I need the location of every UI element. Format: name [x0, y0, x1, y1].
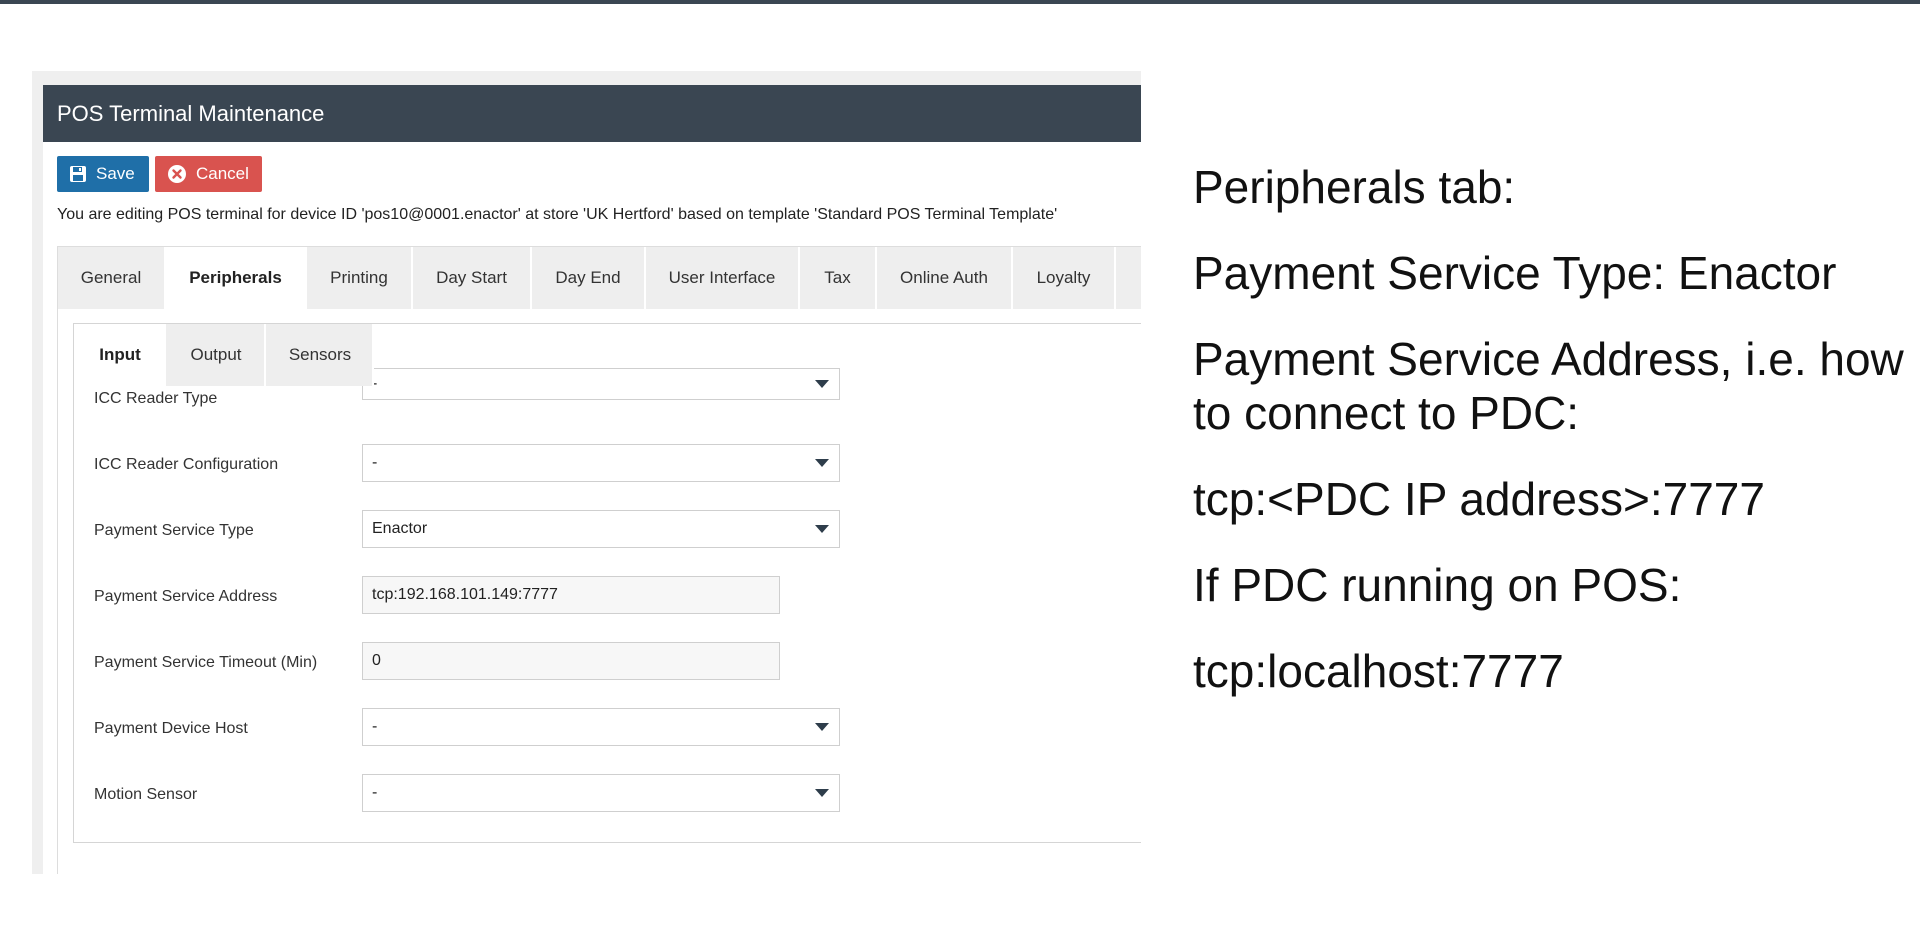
chevron-down-icon [815, 723, 829, 731]
payment-device-host-value: - [372, 718, 378, 735]
note-pdc-on-pos: If PDC running on POS: [1193, 559, 1682, 611]
tab-online-auth[interactable]: Online Auth [877, 247, 1013, 309]
payment-service-type-select[interactable]: Enactor [362, 510, 840, 548]
icc-reader-config-select[interactable]: - [362, 444, 840, 482]
tab-peripherals[interactable]: Peripherals [166, 247, 307, 309]
chevron-down-icon [815, 789, 829, 797]
tab-loyalty[interactable]: Loyalty [1013, 247, 1116, 309]
payment-service-type-label: Payment Service Type [94, 522, 254, 539]
motion-sensor-label: Motion Sensor [94, 786, 198, 803]
save-button-label: Save [96, 164, 135, 183]
note-pdc-address-format: tcp:<PDC IP address>:7777 [1193, 473, 1765, 525]
tab-tax[interactable]: Tax [800, 247, 877, 309]
annotation-notes: Peripherals tab: Payment Service Type: E… [1193, 160, 1913, 730]
main-tabbar: General Peripherals Printing Day Start D… [58, 247, 1141, 309]
peripherals-panel: Input Output Sensors - Input Output Sens… [73, 323, 1141, 843]
cancel-button[interactable]: Cancel [155, 156, 262, 192]
motion-sensor-select[interactable]: - [362, 774, 840, 812]
note-peripherals-tab: Peripherals tab: [1193, 161, 1516, 213]
pos-terminal-panel: POS Terminal Maintenance Save Cancel You… [43, 85, 1141, 874]
page-title: POS Terminal Maintenance [57, 101, 325, 126]
payment-device-host-label: Payment Device Host [94, 720, 248, 737]
payment-service-type-value: Enactor [372, 520, 428, 537]
tab-container: General Peripherals Printing Day Start D… [57, 246, 1141, 874]
motion-sensor-value: - [372, 784, 378, 801]
subtab-input-text: Input [99, 345, 141, 364]
icc-reader-type-select[interactable]: - [362, 368, 840, 400]
editing-info-text: You are editing POS terminal for device … [57, 206, 1058, 223]
close-circle-icon [168, 165, 186, 183]
payment-service-timeout-label: Payment Service Timeout (Min) [94, 654, 318, 671]
chevron-down-icon [815, 380, 829, 388]
subtab-sensors-text: Sensors [288, 345, 352, 364]
note-payment-service-address: Payment Service Address, i.e. how to con… [1193, 333, 1904, 439]
tab-day-start[interactable]: Day Start [413, 247, 532, 309]
icc-reader-type-label: ICC Reader Type [94, 390, 218, 407]
payment-service-address-input[interactable] [362, 576, 780, 614]
tab-day-end[interactable]: Day End [532, 247, 646, 309]
panel-header: POS Terminal Maintenance [43, 85, 1141, 142]
screenshot-frame: POS Terminal Maintenance Save Cancel You… [32, 71, 1141, 874]
payment-service-address-label: Payment Service Address [94, 588, 278, 605]
tab-general[interactable]: General [58, 247, 166, 309]
note-payment-service-type: Payment Service Type: Enactor [1193, 247, 1837, 299]
icc-reader-config-label: ICC Reader Configuration [94, 456, 279, 473]
subtab-output-text: Output [190, 345, 242, 364]
tab-printing[interactable]: Printing [307, 247, 413, 309]
note-localhost-address: tcp:localhost:7777 [1193, 645, 1564, 697]
floppy-disk-icon [70, 166, 86, 182]
cancel-button-label: Cancel [196, 164, 249, 183]
chevron-down-icon [815, 525, 829, 533]
payment-device-host-select[interactable]: - [362, 708, 840, 746]
icc-reader-config-value: - [372, 454, 378, 471]
tab-user-interface[interactable]: User Interface [646, 247, 800, 309]
save-button[interactable]: Save [57, 156, 149, 192]
payment-service-timeout-input[interactable] [362, 642, 780, 680]
top-accent-bar [0, 0, 1920, 4]
chevron-down-icon [815, 459, 829, 467]
